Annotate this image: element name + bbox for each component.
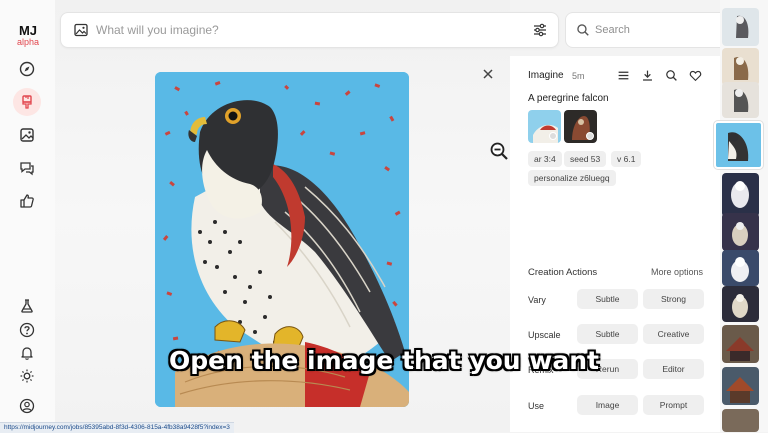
chat-icon <box>20 162 34 176</box>
creation-actions-title: Creation Actions <box>528 267 598 278</box>
bell-icon <box>21 347 33 360</box>
download-icon <box>642 70 652 81</box>
use-label: Use <box>528 401 545 411</box>
thumbnail-image <box>734 56 749 80</box>
thumbnail[interactable] <box>722 173 759 217</box>
thumbnail-image <box>734 89 749 112</box>
panel-timestamp: 5m <box>572 71 585 81</box>
sidebar-item-create[interactable] <box>13 88 41 116</box>
link-status-bar: https://midjourney.com/jobs/85395abd-8f3… <box>0 422 234 433</box>
thumbnail[interactable] <box>722 286 759 322</box>
thumbnail-image <box>731 257 749 282</box>
sidebar-item-theme[interactable] <box>17 366 37 386</box>
settings-sliders-icon[interactable] <box>532 22 548 38</box>
thumbnail-image <box>732 222 748 246</box>
close-icon[interactable] <box>480 66 496 82</box>
thumbnail-image <box>736 15 749 38</box>
compass-icon <box>19 61 35 77</box>
search-bar[interactable]: Search <box>565 12 737 48</box>
image-upload-icon[interactable] <box>73 22 89 38</box>
param-tag[interactable]: ar 3:4 <box>528 151 562 167</box>
account-icon <box>19 398 35 414</box>
thumbnail-image <box>728 132 749 161</box>
upscale-subtle-button[interactable]: Subtle <box>577 324 638 344</box>
menu-icon <box>618 71 628 79</box>
use-image-button[interactable]: Image <box>577 395 638 415</box>
search-input[interactable]: Search <box>595 24 630 36</box>
brush-icon <box>22 95 32 109</box>
sidebar-item-rank[interactable] <box>17 191 37 211</box>
sidebar-item-lab[interactable] <box>17 296 37 316</box>
thumbnail-strip <box>714 0 768 432</box>
thumbnail[interactable] <box>722 409 759 432</box>
thumbnail-image <box>726 337 754 361</box>
use-prompt-button[interactable]: Prompt <box>643 395 704 415</box>
thumbnail-image <box>726 377 754 403</box>
remix-editor-button[interactable]: Editor <box>643 359 704 379</box>
thumbnail-image <box>731 181 749 208</box>
vary-strong-button[interactable]: Strong <box>643 289 704 309</box>
left-sidebar: MJ alpha <box>0 0 56 432</box>
logo-main: MJ <box>18 23 38 38</box>
sidebar-item-organize[interactable] <box>17 125 37 145</box>
image-prompt-thumbnail[interactable] <box>528 110 561 143</box>
menu-button[interactable] <box>615 67 631 83</box>
sidebar-item-chat[interactable] <box>17 158 37 178</box>
image-details-panel: Imagine 5m A peregrine falcon ar 3:4 see… <box>510 56 720 432</box>
search-icon <box>665 69 677 81</box>
sidebar-item-explore[interactable] <box>17 59 37 79</box>
style-reference-preview <box>564 110 597 143</box>
sidebar-item-updates[interactable] <box>17 343 37 363</box>
zoom-out-icon[interactable] <box>489 141 509 161</box>
prompt-text[interactable]: A peregrine falcon <box>528 93 609 104</box>
thumbnail[interactable] <box>722 213 759 251</box>
param-tag[interactable]: personalize z6luegq <box>528 170 616 186</box>
prompt-bar[interactable]: What will you imagine? <box>60 12 559 48</box>
vary-subtle-button[interactable]: Subtle <box>577 289 638 309</box>
image-icon <box>20 128 34 142</box>
thumbnail-selected[interactable] <box>714 121 763 169</box>
thumbnail[interactable] <box>722 48 759 86</box>
sidebar-item-help[interactable] <box>17 320 37 340</box>
thumbnail[interactable] <box>722 325 759 363</box>
download-button[interactable] <box>639 67 655 83</box>
logo-sub: alpha <box>16 37 40 47</box>
image-prompt-preview <box>528 110 561 143</box>
sun-icon <box>20 369 34 383</box>
sidebar-item-account[interactable] <box>17 396 37 416</box>
thumbnail[interactable] <box>722 8 759 46</box>
prompt-input[interactable]: What will you imagine? <box>96 23 219 37</box>
thumbnail[interactable] <box>722 367 759 405</box>
thumbnail[interactable] <box>722 250 759 286</box>
style-reference-thumbnail[interactable] <box>564 110 597 143</box>
search-icon <box>577 24 589 36</box>
search-similar-button[interactable] <box>663 67 679 83</box>
help-icon <box>19 322 35 338</box>
like-button[interactable] <box>687 67 703 83</box>
vary-label: Vary <box>528 295 546 305</box>
video-caption: Open the image that you want <box>168 346 600 375</box>
thumbs-up-icon <box>20 194 34 208</box>
thumbnail-image <box>732 294 748 318</box>
param-tag[interactable]: seed 53 <box>564 151 607 167</box>
thumbnail[interactable] <box>722 82 759 118</box>
panel-title: Imagine <box>528 70 564 81</box>
heart-icon <box>689 70 701 81</box>
panel-toolbar <box>615 67 703 83</box>
upscale-creative-button[interactable]: Creative <box>643 324 704 344</box>
flask-icon <box>21 299 33 313</box>
app-logo[interactable]: MJ alpha <box>12 24 44 47</box>
more-options-link[interactable]: More options <box>651 267 703 277</box>
param-tag[interactable]: v 6.1 <box>611 151 642 167</box>
upscale-label: Upscale <box>528 330 561 340</box>
